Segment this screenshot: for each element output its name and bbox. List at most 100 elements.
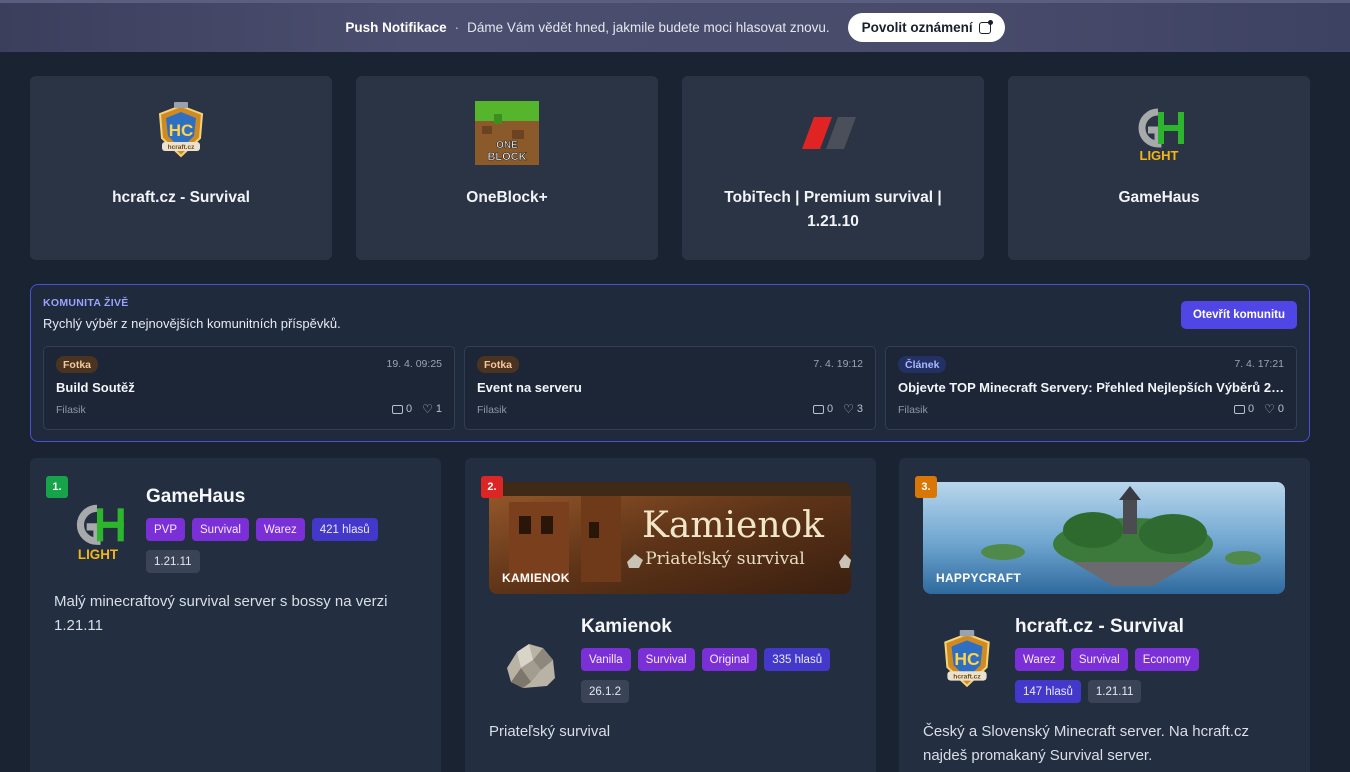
votes-chip: 147 hlasů xyxy=(1015,680,1081,703)
post-author: Filasik xyxy=(898,404,928,416)
rank-badge: 1. xyxy=(46,476,68,498)
community-kicker: KOMUNITA ŽIVĚ xyxy=(43,297,129,309)
enable-notifications-label: Povolit oznámení xyxy=(861,20,973,35)
banner-label: KAMIENOK xyxy=(502,571,570,585)
heart-icon: ♡ xyxy=(843,401,854,416)
heart-icon: ♡ xyxy=(1264,401,1275,416)
gamehaus-gh-light-icon: LIGHT xyxy=(66,498,130,569)
server-banner: HAPPYCRAFT xyxy=(923,482,1285,594)
server-name: GameHaus xyxy=(146,486,246,507)
featured-servers: HC hcraft.cz hcraft.cz - Survival ONE BL… xyxy=(30,76,1310,260)
svg-text:hcraft.cz: hcraft.cz xyxy=(953,674,981,681)
server-tags: Vanilla Survival Original 335 hlasů 26.1.2 xyxy=(581,648,871,712)
tag-chip: Economy xyxy=(1134,648,1199,671)
notification-title: Push Notifikace xyxy=(345,20,447,35)
post-title: Objevte TOP Minecraft Servery: Přehled N… xyxy=(898,380,1286,395)
tag-chip: Original xyxy=(701,648,758,671)
enable-notifications-button[interactable]: Povolit oznámení xyxy=(847,13,1005,42)
post-stats: 0 ♡ 3 xyxy=(812,401,863,416)
banner-label: HAPPYCRAFT xyxy=(936,571,1022,585)
ranking-card-1[interactable]: 1. LIGHT GameHaus PVP Survival Warez 421 hl… xyxy=(30,458,441,772)
version-chip: 26.1.2 xyxy=(581,680,629,703)
post-time: 7. 4. 17:21 xyxy=(1234,358,1284,370)
server-description: Priateľský survival xyxy=(489,723,611,740)
featured-card-hcraft[interactable]: HC hcraft.cz hcraft.cz - Survival xyxy=(30,76,332,260)
notification-bell-icon xyxy=(978,19,993,34)
svg-text:ONE: ONE xyxy=(496,140,518,151)
post-time: 7. 4. 19:12 xyxy=(813,358,863,370)
version-chip: 1.21.11 xyxy=(1087,680,1142,703)
community-description: Rychlý výběr z nejnovějších komunitních … xyxy=(43,316,341,331)
server-banner: Kamienok Priateľský survival KAMIENOK xyxy=(489,482,851,594)
community-post[interactable]: Fotka 7. 4. 19:12 Event na serveru Filas… xyxy=(464,346,876,430)
tag-chip: Survival xyxy=(1070,648,1128,671)
community-post[interactable]: Článek 7. 4. 17:21 Objevte TOP Minecraft… xyxy=(885,346,1297,430)
svg-text:Priateľský survival: Priateľský survival xyxy=(645,549,805,569)
svg-text:LIGHT: LIGHT xyxy=(1140,148,1179,163)
featured-name: OneBlock+ xyxy=(466,189,548,206)
like-count: 0 xyxy=(1277,403,1284,415)
post-author: Filasik xyxy=(477,404,507,416)
oneblock-grass-icon: ONE BLOCK xyxy=(474,100,540,166)
like-count: 1 xyxy=(435,403,442,415)
comment-count: 0 xyxy=(405,403,413,415)
rank-badge: 3. xyxy=(915,476,937,498)
svg-text:hcraft.cz: hcraft.cz xyxy=(168,144,195,151)
version-chip: 1.21.11 xyxy=(146,550,200,573)
post-author: Filasik xyxy=(56,404,86,416)
svg-text:HC: HC xyxy=(169,121,194,140)
rank-badge: 2. xyxy=(481,476,503,498)
server-tags: PVP Survival Warez 421 hlasů 1.21.11 xyxy=(146,518,436,582)
post-stats: 0 ♡ 1 xyxy=(391,401,442,416)
server-name: hcraft.cz - Survival xyxy=(1015,616,1184,637)
open-community-button[interactable]: Otevřít komunitu xyxy=(1180,301,1297,329)
ranking-card-2[interactable]: Kamienok Priateľský survival KAMIENOK 2.… xyxy=(465,458,876,772)
post-title: Build Soutěž xyxy=(56,380,135,395)
tobitech-stripes-icon xyxy=(800,100,866,166)
kamienok-stone-icon xyxy=(503,638,559,695)
svg-text:BLOCK: BLOCK xyxy=(487,151,526,163)
post-stats: 0 ♡ 0 xyxy=(1233,401,1284,416)
post-tag: Článek xyxy=(898,356,947,373)
notification-separator: · xyxy=(454,20,460,35)
post-tag: Fotka xyxy=(56,356,99,373)
comment-icon xyxy=(391,404,403,414)
comment-icon xyxy=(812,404,824,414)
tag-chip: PVP xyxy=(146,518,186,541)
featured-name: hcraft.cz - Survival xyxy=(112,189,250,206)
tag-chip: Survival xyxy=(637,648,695,671)
svg-text:HC: HC xyxy=(954,649,980,669)
svg-text:Kamienok: Kamienok xyxy=(642,505,825,546)
hcraft-shield-icon: HC hcraft.cz xyxy=(935,630,999,699)
server-tags: Warez Survival Economy 147 hlasů 1.21.11 xyxy=(1015,648,1305,712)
server-name: Kamienok xyxy=(581,616,672,637)
notification-message: Dáme Vám vědět hned, jakmile budete moci… xyxy=(467,20,830,35)
community-live-panel: KOMUNITA ŽIVĚ Rychlý výběr z nejnovějšíc… xyxy=(30,284,1310,442)
votes-chip: 335 hlasů xyxy=(764,648,831,671)
post-title: Event na serveru xyxy=(477,380,582,395)
post-time: 19. 4. 09:25 xyxy=(386,358,442,370)
votes-chip: 421 hlasů xyxy=(311,518,378,541)
push-notification-bar: Push Notifikace · Dáme Vám vědět hned, j… xyxy=(0,0,1350,52)
featured-card-gamehaus[interactable]: LIGHT GameHaus xyxy=(1008,76,1310,260)
comment-count: 0 xyxy=(826,403,834,415)
tag-chip: Warez xyxy=(1015,648,1064,671)
community-post[interactable]: Fotka 19. 4. 09:25 Build Soutěž Filasik … xyxy=(43,346,455,430)
svg-text:LIGHT: LIGHT xyxy=(78,547,119,562)
community-posts: Fotka 19. 4. 09:25 Build Soutěž Filasik … xyxy=(43,346,1297,430)
featured-card-tobitech[interactable]: TobiTech | Premium survival | 1.21.10 xyxy=(682,76,984,260)
hcraft-shield-icon: HC hcraft.cz xyxy=(148,100,214,166)
featured-card-oneblock[interactable]: ONE BLOCK OneBlock+ xyxy=(356,76,658,260)
ranking-card-3[interactable]: HAPPYCRAFT 3. HC hcraft.cz hcraft.cz - S… xyxy=(899,458,1310,772)
gamehaus-gh-light-icon: LIGHT xyxy=(1126,100,1192,166)
heart-icon: ♡ xyxy=(422,401,433,416)
featured-name: TobiTech | Premium survival | 1.21.10 xyxy=(724,189,942,230)
tag-chip: Warez xyxy=(255,518,305,541)
server-description: Malý minecraftový survival server s boss… xyxy=(54,593,388,634)
like-count: 3 xyxy=(856,403,863,415)
comment-count: 0 xyxy=(1247,403,1255,415)
tag-chip: Vanilla xyxy=(581,648,631,671)
post-tag: Fotka xyxy=(477,356,520,373)
server-description: Český a Slovenský Minecraft server. Na h… xyxy=(923,723,1249,764)
featured-name: GameHaus xyxy=(1118,189,1200,206)
